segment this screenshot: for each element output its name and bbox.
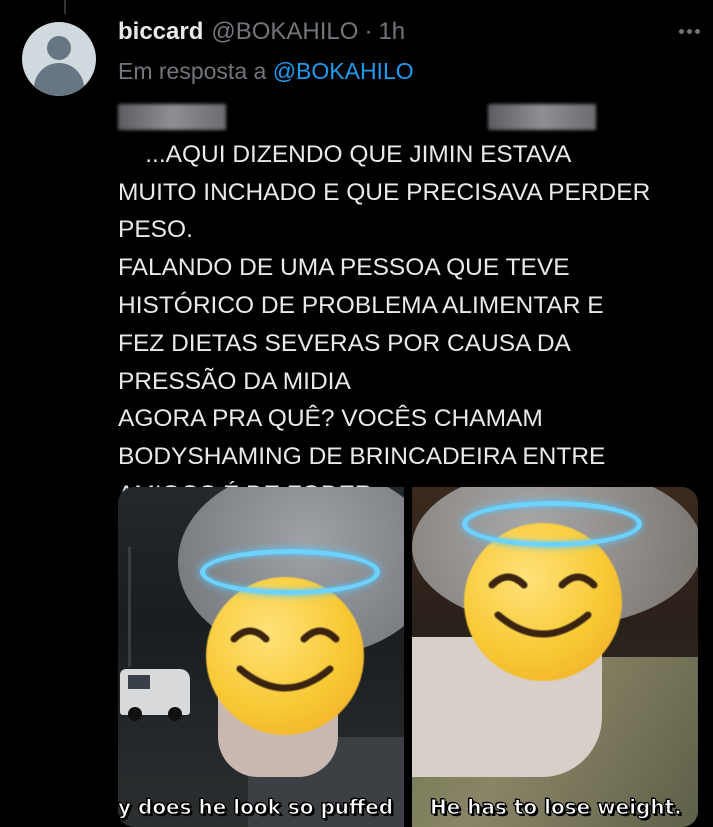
tweet-header: biccard @BOKAHILO · 1h [118, 14, 698, 50]
more-options-icon[interactable] [674, 16, 704, 46]
media-image-left[interactable]: y does he look so puffed [118, 487, 404, 827]
halo-left [200, 549, 380, 595]
caption-right: He has to lose weight. [430, 795, 683, 820]
thread-line [64, 0, 66, 14]
display-name[interactable]: biccard [118, 18, 203, 46]
halo-right [462, 501, 642, 547]
caption-left: y does he look so puffed [118, 795, 394, 820]
reply-mention-link[interactable]: @BOKAHILO [273, 58, 414, 84]
emoji-face-left [206, 577, 364, 735]
avatar-body [34, 63, 84, 96]
timestamp[interactable]: 1h [378, 18, 405, 46]
redaction-bar [488, 104, 596, 130]
reply-prefix: Em resposta a [118, 58, 267, 84]
reply-context: Em resposta a @BOKAHILO [118, 54, 698, 88]
redaction-bar [118, 104, 226, 130]
avatar[interactable] [22, 22, 96, 96]
separator-dot: · [364, 18, 373, 45]
media-grid[interactable]: y does he look so puffed He has to lose … [118, 487, 698, 827]
user-handle[interactable]: @BOKAHILO [211, 18, 358, 46]
van-background [120, 669, 190, 721]
avatar-head [47, 36, 71, 60]
tweet-text-content: ...AQUI DIZENDO QUE JIMIN ESTAVA MUITO I… [118, 140, 651, 508]
street-pole [128, 547, 131, 667]
media-image-right[interactable]: He has to lose weight. [412, 487, 698, 827]
